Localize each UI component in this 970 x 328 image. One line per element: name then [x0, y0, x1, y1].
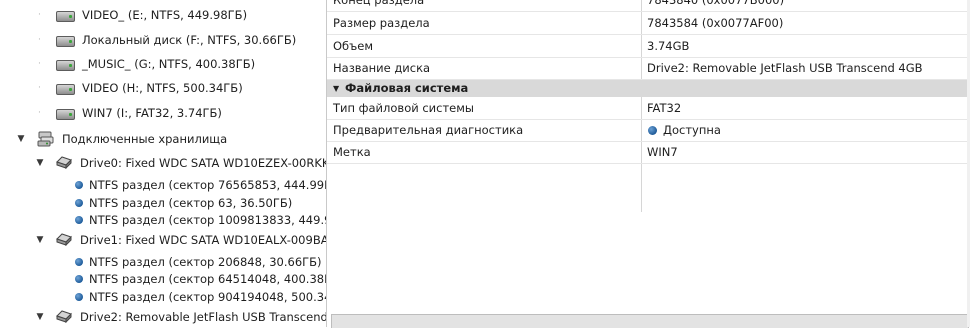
tree-connector: ·	[38, 59, 41, 69]
section-header-filesystem[interactable]: ▼ Файловая система	[327, 80, 970, 97]
property-row[interactable]: Тип файловой системы FAT32	[327, 97, 970, 120]
tree-item-label: Drive2: Removable JetFlash USB Transcend…	[80, 310, 326, 324]
property-value: WIN7	[647, 145, 678, 159]
drive-icon	[56, 36, 75, 47]
tree-item-partition[interactable]: NTFS раздел (сектор 64514048, 400.38ГБ	[0, 269, 326, 289]
expand-arrow-icon[interactable]: ▼	[35, 153, 45, 173]
properties-panel[interactable]: Конец раздела 7843840 (0x0077B000) Разме…	[326, 0, 970, 328]
property-row[interactable]: Конец раздела 7843840 (0x0077B000)	[327, 0, 970, 12]
tree-connector: ·	[38, 10, 41, 20]
expand-arrow-icon[interactable]: ▼	[35, 307, 45, 327]
tree-connector: ·	[38, 108, 41, 118]
property-value: 7843584 (0x0077AF00)	[647, 16, 784, 30]
details-panel-header[interactable]	[331, 314, 969, 328]
property-value: Drive2: Removable JetFlash USB Transcend…	[647, 61, 923, 75]
property-name: Название диска	[333, 61, 431, 75]
hdd-icon	[56, 310, 72, 323]
tree-item-volume[interactable]: · Локальный диск (F:, NTFS, 30.66ГБ)	[0, 30, 326, 50]
tree-item-disk[interactable]: ▼ Drive1: Fixed WDC SATA WD10EALX-009BA0	[0, 230, 326, 250]
tree-item-label: Локальный диск (F:, NTFS, 30.66ГБ)	[82, 33, 297, 47]
property-row[interactable]: Предварительная диагностика Доступна	[327, 119, 970, 142]
property-value: 3.74GB	[647, 39, 690, 53]
property-row[interactable]: Объем 3.74GB	[327, 35, 970, 58]
tree-item-label: NTFS раздел (сектор 76565853, 444.99ГБ	[89, 178, 326, 192]
drive-icon	[56, 109, 75, 120]
expand-arrow-icon[interactable]: ▼	[35, 230, 45, 250]
property-name: Объем	[333, 39, 374, 53]
partition-dot-icon	[75, 293, 83, 301]
property-row[interactable]: Размер раздела 7843584 (0x0077AF00)	[327, 12, 970, 35]
drive-icon	[56, 60, 75, 71]
property-row[interactable]: Метка WIN7	[327, 141, 970, 164]
partition-dot-icon	[75, 275, 83, 283]
property-name: Конец раздела	[333, 0, 425, 7]
tree-item-disk[interactable]: ▼ Drive0: Fixed WDC SATA WD10EZEX-00RKKA	[0, 153, 326, 173]
tree-item-volume[interactable]: · VIDEO (H:, NTFS, 500.34ГБ)	[0, 78, 326, 98]
tree-item-connected-storages[interactable]: ▼ Подключенные хранилища	[0, 129, 326, 149]
tree-item-label: WIN7 (I:, FAT32, 3.74ГБ)	[82, 106, 222, 120]
property-value: 7843840 (0x0077B000)	[647, 0, 785, 7]
drive-icon	[56, 11, 75, 22]
property-value: FAT32	[647, 101, 682, 115]
tree-connector: ·	[38, 83, 41, 93]
hdd-icon	[56, 156, 72, 169]
tree-item-label: NTFS раздел (сектор 64514048, 400.38ГБ	[89, 272, 326, 286]
tree-item-partition[interactable]: NTFS раздел (сектор 1009813833, 449.98	[0, 210, 326, 230]
tree-item-partition[interactable]: NTFS раздел (сектор 904194048, 500.34Г	[0, 287, 326, 307]
tree-item-label: NTFS раздел (сектор 904194048, 500.34Г	[89, 290, 326, 304]
tree-item-label: Drive0: Fixed WDC SATA WD10EZEX-00RKKA	[80, 156, 326, 170]
tree-item-label: Drive1: Fixed WDC SATA WD10EALX-009BA0	[80, 233, 326, 247]
tree-item-label: _MUSIC_ (G:, NTFS, 400.38ГБ)	[82, 57, 256, 71]
tree-item-volume[interactable]: · WIN7 (I:, FAT32, 3.74ГБ)	[0, 103, 326, 123]
tree-item-label: VIDEO_ (E:, NTFS, 449.98ГБ)	[82, 8, 248, 22]
partition-dot-icon	[75, 216, 83, 224]
section-title: Файловая система	[345, 81, 469, 95]
drive-icon	[56, 84, 75, 95]
status-dot-icon	[648, 126, 657, 135]
expand-arrow-icon[interactable]: ▼	[16, 129, 26, 149]
property-name: Метка	[333, 145, 371, 159]
tree-item-label: NTFS раздел (сектор 1009813833, 449.98	[89, 213, 326, 227]
hdd-icon	[56, 233, 72, 246]
tree-item-label: VIDEO (H:, NTFS, 500.34ГБ)	[82, 81, 243, 95]
collapse-arrow-icon[interactable]: ▼	[333, 80, 339, 97]
tree-item-volume[interactable]: · _MUSIC_ (G:, NTFS, 400.38ГБ)	[0, 54, 326, 74]
property-name: Размер раздела	[333, 16, 430, 30]
device-tree[interactable]: · VIDEO_ (E:, NTFS, 449.98ГБ) · Локальны…	[0, 0, 326, 327]
tree-connector: ·	[38, 35, 41, 45]
property-name: Предварительная диагностика	[333, 123, 524, 137]
property-name: Тип файловой системы	[333, 101, 475, 115]
tree-item-volume[interactable]: · VIDEO_ (E:, NTFS, 449.98ГБ)	[0, 5, 326, 25]
property-row[interactable]: Название диска Drive2: Removable JetFlas…	[327, 57, 970, 80]
partition-dot-icon	[75, 258, 83, 266]
storage-icon	[37, 131, 54, 147]
tree-item-disk[interactable]: ▼ Drive2: Removable JetFlash USB Transce…	[0, 307, 326, 327]
property-value: Доступна	[663, 123, 721, 137]
partition-dot-icon	[75, 199, 83, 207]
tree-item-partition[interactable]: NTFS раздел (сектор 76565853, 444.99ГБ	[0, 175, 326, 195]
tree-item-label: Подключенные хранилища	[62, 132, 228, 146]
partition-dot-icon	[75, 181, 83, 189]
